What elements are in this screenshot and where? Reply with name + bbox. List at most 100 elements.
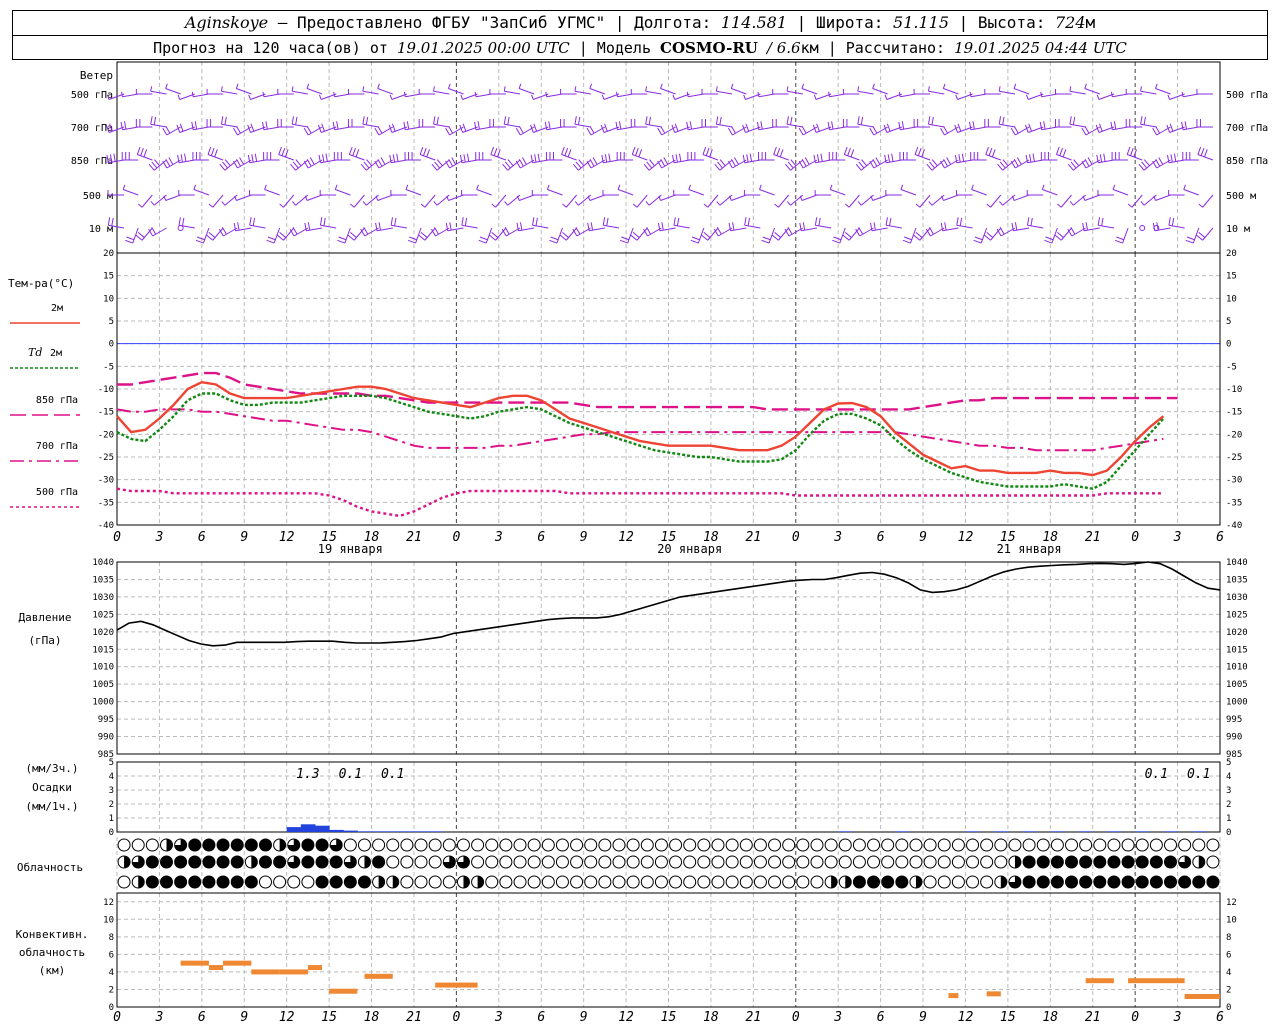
cloud-symbol-ring	[527, 875, 541, 889]
convective-bar	[435, 982, 478, 988]
precip-axis-label: (мм/3ч.)	[26, 762, 79, 775]
cloud-cover-symbol	[471, 875, 485, 889]
cloud-cover-symbol	[1036, 875, 1050, 889]
wind-barb-flag	[261, 121, 265, 130]
cloud-cover-symbol	[683, 838, 697, 852]
wind-barb-flag	[396, 153, 399, 162]
wind-barb-staff	[645, 123, 662, 128]
wind-barb	[559, 227, 577, 241]
wind-barb-flag	[798, 127, 804, 136]
cloud-cover-symbol	[131, 838, 145, 852]
wind-barb-staff	[943, 88, 959, 95]
cloud-cover-symbol	[428, 855, 442, 869]
wind-barb-flag	[617, 184, 621, 190]
cloud-cover-symbol	[145, 875, 159, 889]
cloud-symbol-full	[301, 839, 314, 851]
wind-barb-flag	[861, 159, 868, 167]
wind-barb	[688, 184, 705, 196]
precip-ytick-right: 1	[1226, 814, 1231, 824]
cloud-cover-symbol	[867, 855, 881, 869]
wind-barb-flag	[999, 161, 1006, 169]
wind-barb-flag	[1059, 148, 1063, 156]
wind-barb	[433, 86, 450, 95]
temp-xtick: 3	[155, 530, 164, 545]
wind-barb-flag	[352, 148, 356, 156]
wind-barb-flag	[143, 149, 148, 158]
wind-barb-flag	[377, 159, 383, 167]
cloud-cover-symbol	[782, 875, 796, 889]
temp-ytick-right: 10	[1226, 294, 1237, 304]
cloud-cover-symbol	[258, 875, 272, 889]
wind-barb-flag	[1158, 157, 1164, 165]
wind-barb-flag	[479, 236, 488, 241]
wind-barb	[419, 146, 436, 161]
wind-barb-flag	[575, 227, 581, 235]
wind-barb	[842, 227, 860, 241]
wind-barb-flag	[278, 146, 282, 155]
wind-barb-flag	[786, 86, 789, 92]
wind-barb	[347, 227, 365, 241]
precip-ytick-left: 2	[109, 800, 114, 810]
temp-ytick-left: 20	[103, 249, 114, 259]
wind-barb-staff	[565, 194, 577, 208]
wind-barb-staff	[759, 189, 775, 196]
wind-barb-flag	[518, 83, 522, 89]
wind-barb-flag	[249, 217, 252, 226]
cloud-cover-symbol	[711, 855, 725, 869]
wind-barb-flag	[675, 154, 678, 163]
wind-barb-flag	[1168, 217, 1171, 226]
wind-barb	[502, 159, 521, 171]
wind-barb-staff	[405, 126, 422, 131]
wind-barb-flag	[732, 222, 735, 231]
cloud-cover-symbol	[796, 855, 810, 869]
cloud-cover-symbol	[768, 875, 782, 889]
wind-barb-flag	[309, 157, 315, 165]
wind-barb-staff	[815, 224, 832, 229]
cloud-symbol-ring	[725, 838, 739, 852]
cloud-symbol-ring	[881, 838, 895, 852]
cloud-cover-symbol	[499, 855, 513, 869]
wind-barb-flag	[1067, 163, 1074, 171]
temp-xtick: 21	[406, 530, 422, 545]
cloud-cover-symbol	[1050, 855, 1064, 869]
wind-barb-staff	[716, 123, 733, 128]
wind-barb-flag	[165, 159, 171, 167]
conv-xtick: 3	[833, 1010, 842, 1024]
cloud-symbol-ring	[1206, 838, 1220, 852]
wind-level-label-left: 500 гПа	[71, 90, 113, 101]
wind-barb-staff	[1112, 93, 1129, 98]
wind-barb-staff	[1069, 123, 1086, 128]
wind-barb-flag	[392, 154, 396, 163]
wind-barb-flag	[463, 154, 466, 163]
wind-barb-flag	[405, 184, 409, 190]
wind-barb-flag	[786, 116, 789, 125]
wind-barb-flag	[154, 159, 161, 167]
wind-barb	[1039, 121, 1058, 131]
conv-xtick: 6	[877, 1010, 885, 1024]
wind-barb-flag	[813, 94, 817, 100]
wind-barb-flag	[532, 217, 535, 226]
wind-barb-staff	[1060, 194, 1072, 208]
temp-ytick-right: -30	[1226, 476, 1242, 486]
wind-barb-flag	[306, 159, 312, 167]
wind-barb-flag	[355, 149, 360, 158]
wind-barb-flag	[660, 83, 663, 89]
wind-barb	[377, 83, 393, 95]
wind-barb-flag	[929, 161, 936, 169]
wind-barb-flag	[971, 184, 974, 190]
cloud-symbol-ring	[626, 855, 640, 869]
wind-barb-staff	[731, 194, 747, 201]
wind-barb	[630, 119, 648, 128]
convective-bar	[208, 965, 224, 971]
wind-barb	[1069, 86, 1086, 95]
wind-barb-flag	[632, 203, 638, 208]
cloud-symbol-full	[1164, 876, 1177, 888]
cloud-cover-symbol	[202, 838, 216, 852]
wind-barb	[544, 121, 563, 131]
conv-xtick: 12	[958, 1010, 974, 1024]
wind-barb-flag	[165, 83, 168, 89]
cloud-cover-symbol	[471, 855, 485, 869]
wind-barb-flag	[162, 127, 168, 136]
wind-barb-flag	[999, 227, 1005, 235]
cloud-cover-symbol	[1135, 875, 1149, 889]
